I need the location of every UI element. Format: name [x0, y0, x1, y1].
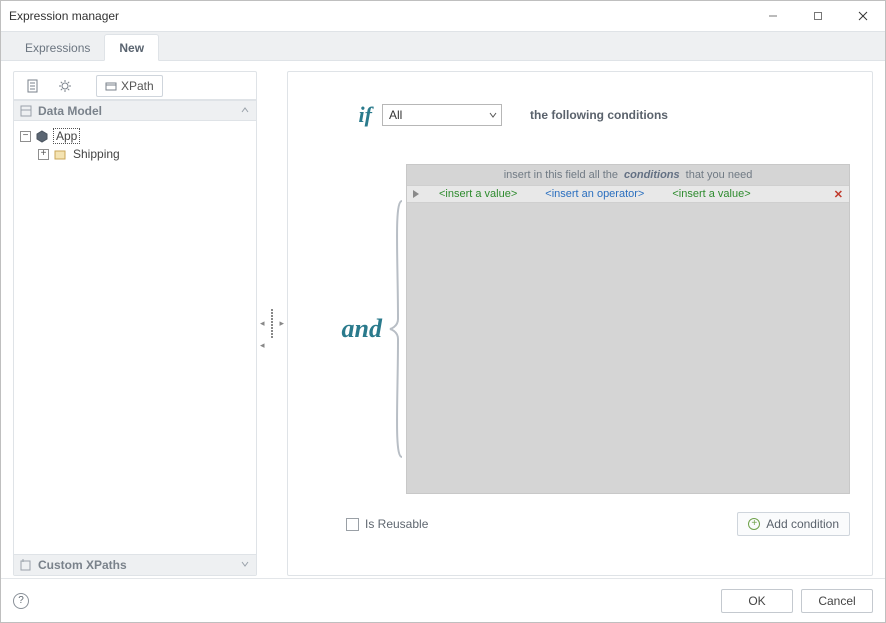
hint-pre: insert in this field all the — [504, 169, 618, 181]
data-model-header-label: Data Model — [38, 104, 102, 118]
maximize-button[interactable] — [795, 1, 840, 31]
data-model-icon — [20, 105, 32, 117]
following-conditions-text: the following conditions — [530, 108, 668, 122]
tree-node-shipping[interactable]: + Shipping — [18, 145, 252, 163]
minimize-button[interactable] — [750, 1, 795, 31]
conditions-area: and insert in this field all the conditi… — [310, 164, 850, 494]
hint-em: conditions — [624, 169, 680, 181]
file-icon — [26, 79, 40, 93]
body: XPath Data Model − App + Shi — [1, 61, 885, 578]
data-model-header[interactable]: Data Model — [14, 100, 256, 121]
splitter-arrow-left-icon: ◂ — [260, 318, 265, 329]
hint-post: that you need — [686, 169, 753, 181]
custom-xpaths-header[interactable]: Custom XPaths — [14, 554, 256, 575]
file-icon-button[interactable] — [18, 75, 48, 97]
splitter-arrow-left-icon: ◂ — [260, 340, 265, 351]
close-button[interactable] — [840, 1, 885, 31]
expander-plus-icon[interactable]: + — [38, 149, 49, 160]
condition-row[interactable]: <insert a value> <insert an operator> <i… — [407, 185, 849, 203]
window-root: Expression manager Expressions New — [0, 0, 886, 623]
and-column: and — [310, 164, 406, 494]
left-toolbar: XPath — [14, 72, 256, 100]
expression-editor: if All the following conditions and — [287, 71, 873, 576]
xpath-subtab-label: XPath — [121, 79, 154, 93]
if-keyword: if — [310, 102, 372, 128]
expander-minus-icon[interactable]: − — [20, 131, 31, 142]
splitter-arrow-right-icon: ▸ — [279, 318, 284, 329]
xpath-subtab[interactable]: XPath — [96, 75, 163, 97]
xpath-icon — [105, 80, 117, 92]
condition-left-value[interactable]: <insert a value> — [425, 188, 531, 200]
tree-node-label: Shipping — [71, 147, 122, 161]
conditions-hint: insert in this field all the conditions … — [407, 165, 849, 185]
module-icon — [35, 129, 49, 143]
plus-circle-icon: + — [748, 518, 760, 530]
splitter-grip-icon — [271, 309, 273, 338]
add-condition-button[interactable]: + Add condition — [737, 512, 850, 536]
settings-icon-button[interactable] — [50, 75, 80, 97]
help-button[interactable]: ? — [13, 593, 29, 609]
splitter[interactable]: ◂ ▸ ◂ — [257, 71, 287, 576]
checkbox-icon — [346, 518, 359, 531]
custom-xpaths-header-label: Custom XPaths — [38, 558, 127, 572]
window-title: Expression manager — [9, 9, 750, 23]
cancel-button[interactable]: Cancel — [801, 589, 873, 613]
data-model-tree[interactable]: − App + Shipping — [14, 121, 256, 554]
tab-expressions[interactable]: Expressions — [11, 35, 104, 60]
gear-icon — [58, 79, 72, 93]
add-condition-label: Add condition — [766, 517, 839, 531]
tree-node-app[interactable]: − App — [18, 127, 252, 145]
conditions-box: insert in this field all the conditions … — [406, 164, 850, 494]
custom-xpaths-icon — [20, 559, 32, 571]
condition-operator[interactable]: <insert an operator> — [531, 188, 658, 200]
quantifier-value: All — [389, 108, 402, 122]
tab-new[interactable]: New — [104, 34, 159, 61]
if-row: if All the following conditions — [310, 102, 850, 128]
chevron-up-icon — [240, 104, 250, 118]
ok-button[interactable]: OK — [721, 589, 793, 613]
brace-icon — [388, 199, 406, 459]
editor-bottom-row: Is Reusable + Add condition — [310, 512, 850, 536]
condition-right-value[interactable]: <insert a value> — [658, 188, 764, 200]
is-reusable-checkbox[interactable]: Is Reusable — [346, 517, 428, 531]
chevron-down-icon — [240, 558, 250, 572]
tabbar: Expressions New — [1, 31, 885, 61]
condition-delete-button[interactable]: ✕ — [834, 188, 843, 201]
condition-grip-icon[interactable] — [407, 189, 425, 199]
footer: ? OK Cancel — [1, 578, 885, 622]
tree-node-label: App — [53, 128, 80, 144]
left-panel: XPath Data Model − App + Shi — [13, 71, 257, 576]
is-reusable-label: Is Reusable — [365, 517, 428, 531]
quantifier-dropdown[interactable]: All — [382, 104, 502, 126]
package-icon — [53, 147, 67, 161]
chevron-down-icon — [489, 108, 497, 122]
and-keyword: and — [342, 314, 382, 344]
titlebar: Expression manager — [1, 1, 885, 31]
